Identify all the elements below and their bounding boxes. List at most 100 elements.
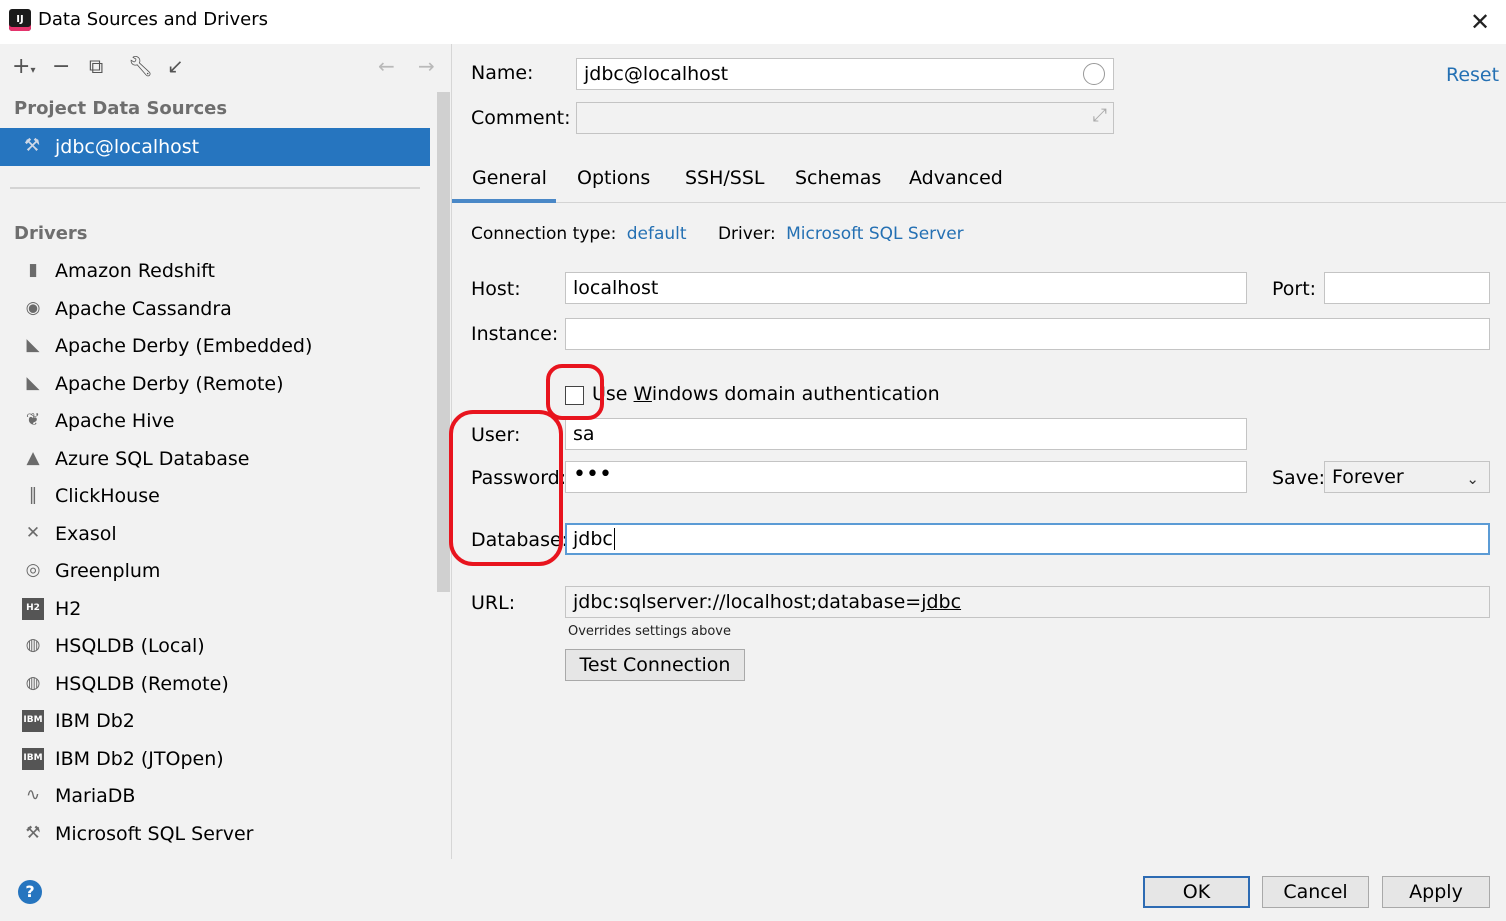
driver-label: Greenplum [55, 560, 161, 582]
comment-field[interactable]: ⤢ [576, 102, 1114, 134]
clickhouse-icon: ‖ [28, 485, 38, 505]
back-arrow-icon[interactable]: ← [378, 54, 395, 78]
driver-item[interactable]: ▲ Azure SQL Database [0, 442, 430, 478]
mssql-icon: ⚒ [25, 822, 41, 843]
tab-ssh-ssl[interactable]: SSH/SSL [685, 167, 765, 189]
annotation-circle-checkbox [546, 364, 604, 420]
url-database-part: jdbc [921, 591, 962, 613]
driver-item[interactable]: ⚒ Microsoft SQL Server [0, 817, 430, 853]
wrench-icon[interactable]: 🔧︎ [128, 54, 153, 78]
user-field[interactable]: sa [565, 418, 1247, 450]
driver-item[interactable]: IBM IBM Db2 (JTOpen) [0, 742, 430, 778]
tab-options[interactable]: Options [577, 167, 650, 189]
close-icon[interactable]: ✕ [1470, 8, 1490, 36]
tab-advanced[interactable]: Advanced [909, 167, 1003, 189]
remove-icon[interactable]: − [52, 54, 70, 79]
driver-label: Apache Derby (Remote) [55, 372, 284, 395]
driver-item[interactable]: ∿ MariaDB [0, 779, 430, 815]
exasol-icon: ✕ [25, 522, 41, 543]
driver-label: H2 [55, 597, 82, 620]
driver-item[interactable]: ✕ Exasol [0, 517, 430, 553]
forward-arrow-icon[interactable]: → [418, 54, 435, 78]
port-field[interactable] [1324, 272, 1490, 304]
driver-item[interactable]: ◣ Apache Derby (Remote) [0, 367, 430, 403]
duplicate-icon[interactable]: ⧉ [89, 54, 103, 78]
data-source-item-selected[interactable]: ⚒ jdbc@localhost [0, 128, 430, 166]
data-source-label: jdbc@localhost [55, 136, 200, 158]
reset-link[interactable]: Reset [1446, 64, 1499, 86]
ok-button[interactable]: OK [1143, 876, 1250, 908]
driver-item[interactable]: ▮ Amazon Redshift [0, 254, 430, 290]
driver-link[interactable]: Microsoft SQL Server [786, 224, 964, 244]
instance-label: Instance: [471, 323, 559, 345]
comment-label: Comment: [471, 107, 571, 129]
dialog-footer: ? OK Cancel Apply [0, 859, 1506, 921]
windows-auth-label[interactable]: Use Windows domain authentication [592, 383, 940, 405]
host-field[interactable]: localhost [565, 272, 1247, 304]
tab-divider [452, 202, 1506, 203]
database-field[interactable]: jdbc [565, 523, 1490, 555]
driver-label: Amazon Redshift [55, 260, 215, 282]
color-circle-icon[interactable] [1083, 63, 1105, 85]
tab-schemas[interactable]: Schemas [795, 167, 881, 189]
connection-type-link[interactable]: default [627, 224, 687, 244]
driver-label: IBM Db2 (JTOpen) [55, 747, 224, 770]
driver-label: MariaDB [55, 785, 136, 807]
redshift-icon: ▮ [28, 260, 38, 280]
driver-item[interactable]: ◎ Greenplum [0, 554, 430, 590]
driver-label: Apache Cassandra [55, 297, 232, 320]
h2-icon: H2 [22, 597, 44, 620]
hsqldb-icon: ◍ [25, 635, 41, 655]
import-icon[interactable]: ↙ [167, 54, 184, 78]
divider [10, 187, 420, 189]
help-icon[interactable]: ? [18, 880, 42, 904]
test-connection-button[interactable]: Test Connection [565, 649, 745, 681]
drivers-header: Drivers [14, 223, 88, 244]
driver-item[interactable]: H2 H2 [0, 592, 430, 628]
driver-item[interactable]: ◍ HSQLDB (Local) [0, 629, 430, 665]
azure-icon: ▲ [26, 447, 40, 468]
hive-icon: ❦ [25, 410, 41, 430]
instance-field[interactable] [565, 318, 1490, 350]
expand-icon[interactable]: ⤢ [1093, 101, 1107, 131]
add-icon[interactable]: +▾ [12, 54, 35, 79]
driver-item[interactable]: ◍ HSQLDB (Remote) [0, 667, 430, 703]
ibm-db2-icon: IBM [22, 710, 44, 732]
active-tab-indicator [452, 199, 556, 203]
sidebar: +▾ − ⧉ 🔧︎ ↙ ← → Project Data Sources ⚒ j… [0, 44, 452, 859]
url-note: Overrides settings above [568, 624, 731, 639]
name-label: Name: [471, 62, 534, 84]
driver-label: Exasol [55, 522, 117, 545]
port-label: Port: [1272, 278, 1317, 300]
save-value: Forever [1332, 466, 1404, 488]
derby-icon: ◣ [26, 335, 40, 355]
windows-auth-text-post: indows domain authentication [651, 383, 940, 405]
url-prefix: jdbc:sqlserver://localhost;database= [573, 591, 922, 613]
driver-item[interactable]: ◣ Apache Derby (Embedded) [0, 329, 430, 365]
tab-general[interactable]: General [472, 167, 547, 189]
save-select[interactable]: Forever ⌄ [1324, 461, 1490, 493]
hsqldb-icon: ◍ [25, 672, 41, 693]
chevron-down-icon: ⌄ [1466, 470, 1479, 488]
driver-item[interactable]: IBM IBM Db2 [0, 704, 430, 740]
derby-icon: ◣ [26, 372, 40, 393]
save-label: Save: [1272, 467, 1326, 489]
cassandra-icon: ◉ [25, 297, 41, 318]
driver-label: IBM Db2 [55, 710, 135, 732]
driver-item[interactable]: ‖ ClickHouse [0, 479, 430, 515]
name-value: jdbc@localhost [584, 63, 729, 85]
driver-item[interactable]: ◉ Apache Cassandra [0, 292, 430, 328]
driver-item[interactable]: ❦ Apache Hive [0, 404, 430, 440]
mssql-icon: ⚒ [24, 135, 41, 156]
window-title: Data Sources and Drivers [38, 9, 268, 30]
project-data-sources-header: Project Data Sources [14, 98, 228, 119]
host-label: Host: [471, 278, 521, 300]
password-field[interactable]: ••• [565, 461, 1247, 493]
cancel-button[interactable]: Cancel [1262, 876, 1369, 908]
url-field[interactable]: jdbc:sqlserver://localhost;database=jdbc [565, 586, 1490, 618]
connection-type-label: Connection type: [471, 224, 617, 244]
name-field[interactable]: jdbc@localhost [576, 58, 1114, 90]
apply-button[interactable]: Apply [1382, 876, 1490, 908]
data-source-form: Name: jdbc@localhost Reset Comment: ⤢ Ge… [449, 44, 1506, 859]
title-bar: IJ Data Sources and Drivers ✕ [0, 0, 1506, 44]
